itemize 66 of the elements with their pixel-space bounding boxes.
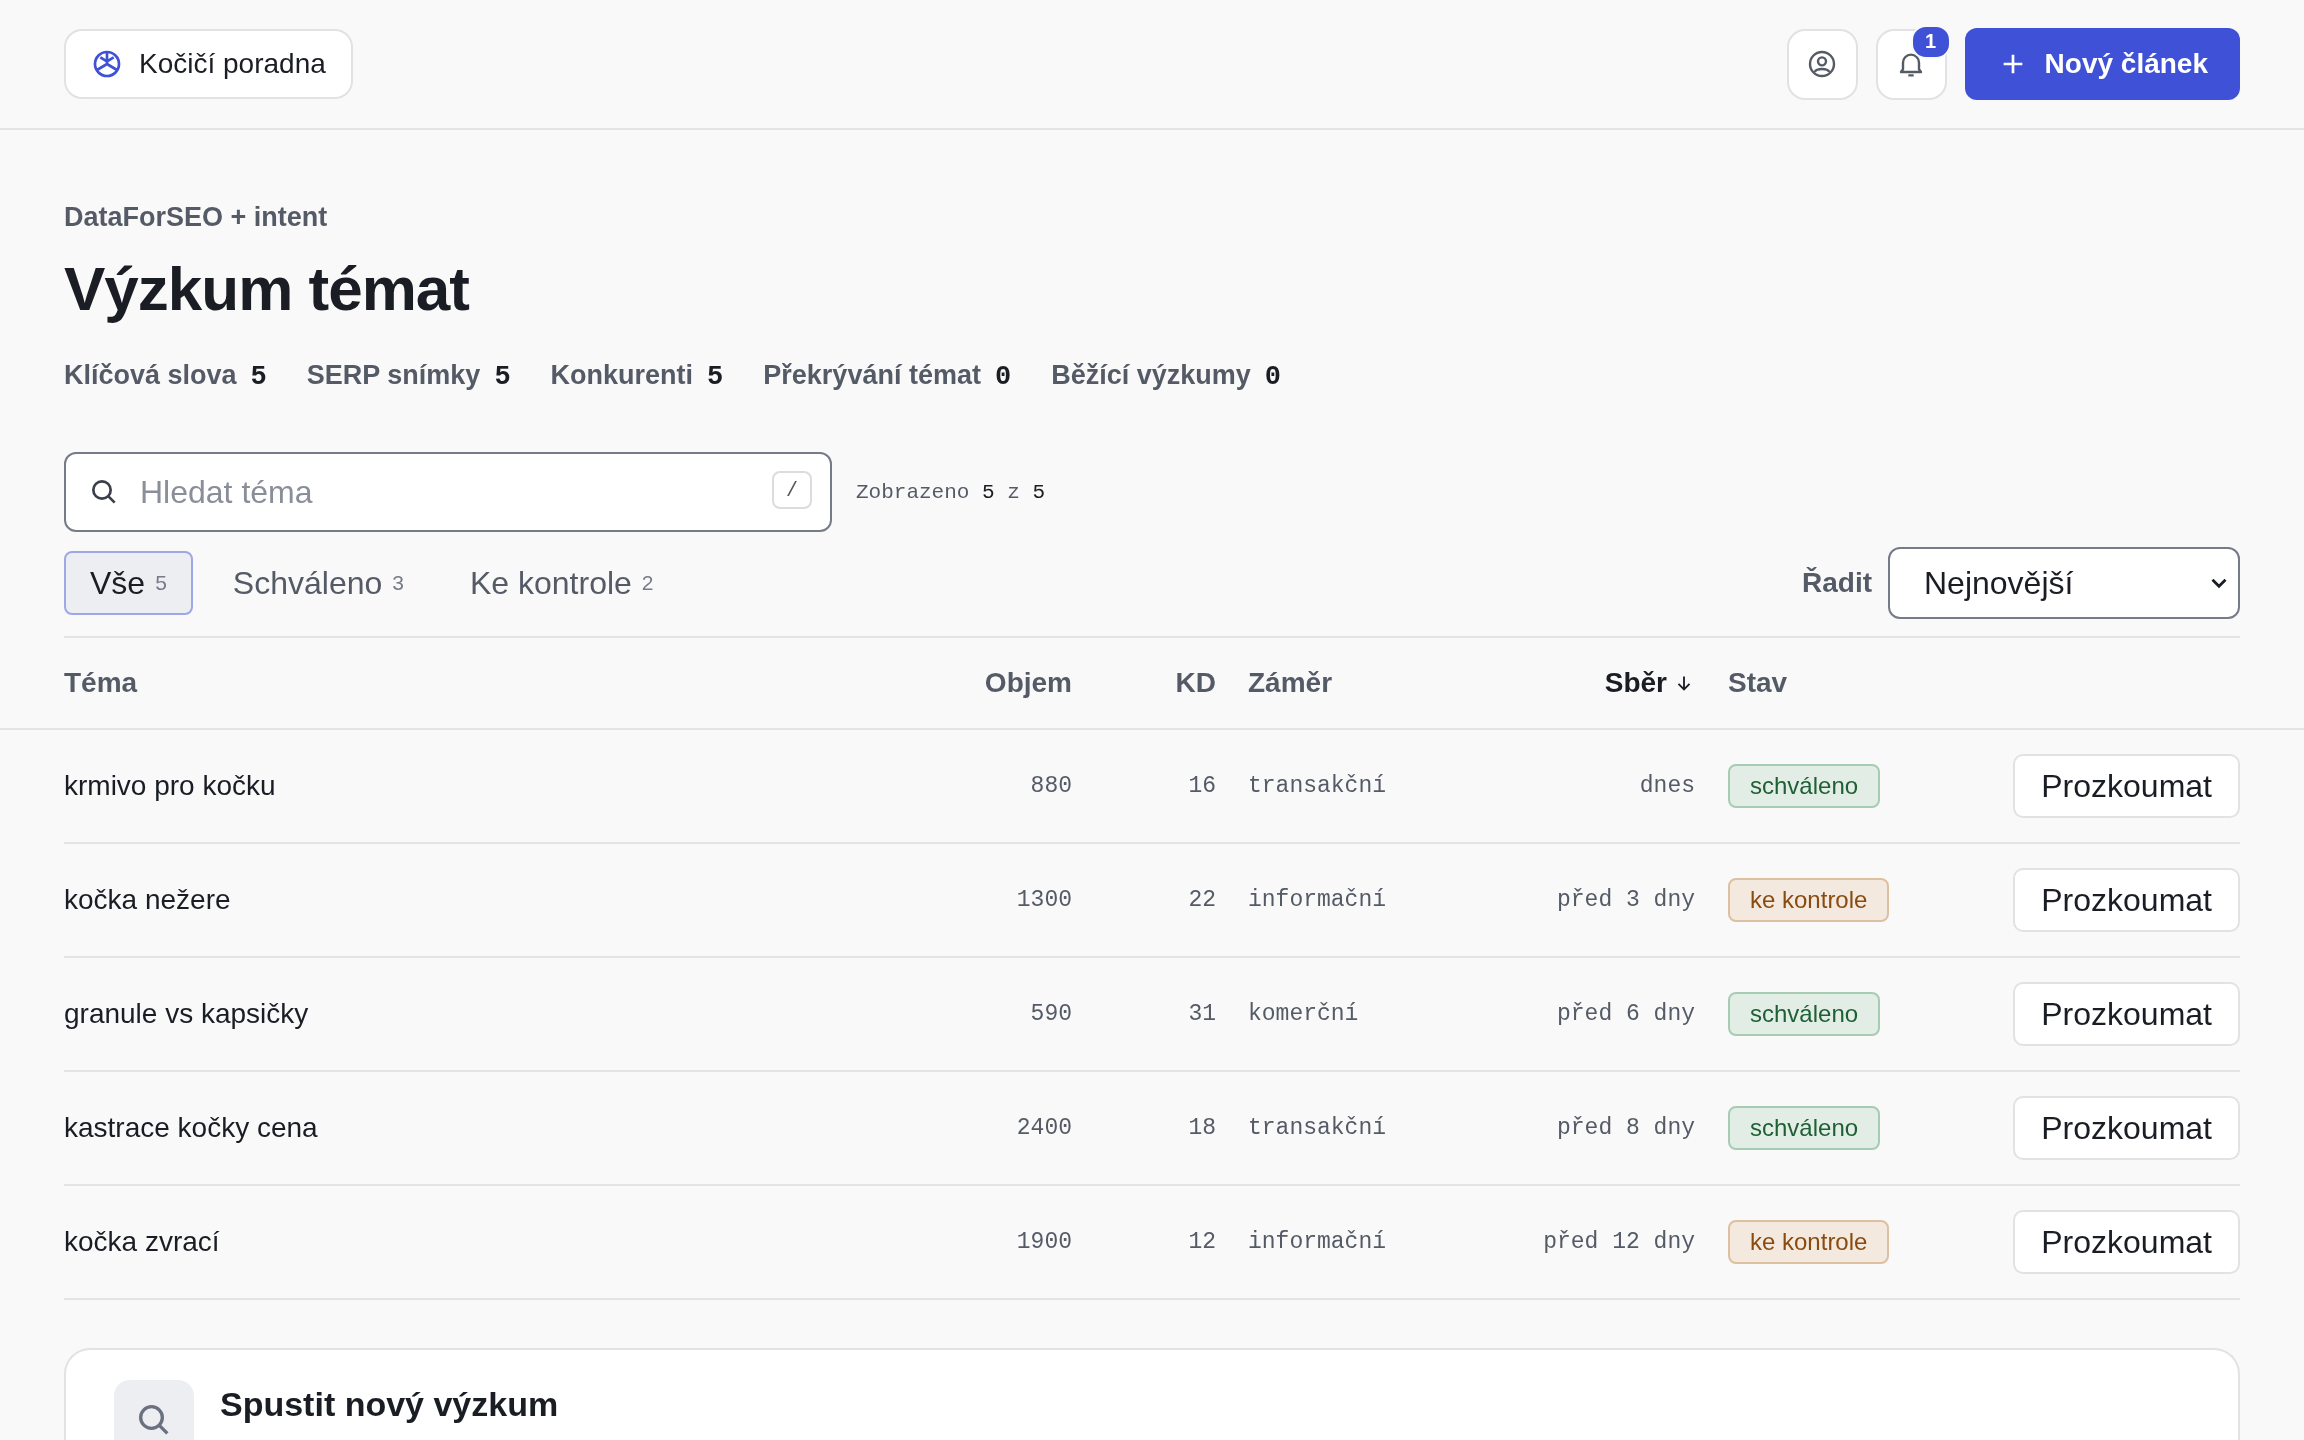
filter-tab[interactable]: Vše 5 — [64, 551, 193, 615]
table-cell-text: 1900 — [1015, 1229, 1072, 1255]
page-title: Výzkum témat — [64, 253, 470, 324]
status-badge: schváleno — [1728, 992, 1881, 1036]
table-cell-text: před 12 dny — [1542, 1229, 1695, 1255]
table-cell-text: kastrace kočky cena — [64, 1112, 319, 1144]
stat-label: SERP snímky — [306, 360, 481, 391]
table-cell-text: 18 — [1187, 1115, 1216, 1141]
stat-label: Běžící výzkumy — [1051, 360, 1251, 391]
table-cell-text: před 6 dny — [1555, 1001, 1695, 1027]
column-header[interactable]: Záměr — [1248, 667, 1333, 699]
table-cell-text: komerční — [1247, 1001, 1360, 1027]
status-badge: ke kontrole — [1728, 1220, 1890, 1264]
explore-button[interactable]: Prozkoumat — [2013, 982, 2240, 1046]
table-cell-text: 880 — [1029, 773, 1072, 799]
table-cell-text: informační — [1247, 1229, 1388, 1255]
stat-label: Konkurenti — [550, 360, 694, 391]
column-header[interactable]: Sběr — [1604, 667, 1695, 699]
results-count: Zobrazeno 5 z 5 — [856, 480, 1046, 504]
sort-select[interactable]: Nejnovější — [1888, 547, 2240, 619]
table-cell-text: kočka zvrací — [64, 1226, 221, 1258]
stat-value: 0 — [994, 362, 1012, 392]
table-cell-text: transakční — [1247, 1115, 1388, 1141]
stat-value: 0 — [1264, 362, 1281, 392]
table-cell-text: 1300 — [1015, 887, 1072, 913]
table-cell-text: 16 — [1187, 773, 1216, 799]
status-badge: schváleno — [1728, 764, 1881, 808]
table-cell-text: kočka nežere — [64, 884, 232, 916]
table-cell-text: informační — [1247, 887, 1388, 913]
status-badge: schváleno — [1728, 1106, 1881, 1150]
explore-button[interactable]: Prozkoumat — [2013, 1210, 2240, 1274]
filter-tab[interactable]: Schváleno 3 — [206, 551, 430, 615]
stat-value: 5 — [250, 362, 267, 392]
stat-value: 5 — [707, 362, 724, 392]
column-header[interactable]: KD — [1175, 667, 1216, 699]
table-cell-text: granule vs kapsičky — [64, 998, 310, 1030]
account-button[interactable] — [1786, 28, 1858, 100]
table-cell-text: 12 — [1187, 1229, 1216, 1255]
column-header[interactable]: Objem — [984, 667, 1072, 699]
sort-label: Řadit — [1802, 567, 1872, 599]
stat-value: 5 — [494, 362, 511, 392]
column-header[interactable]: Stav — [1728, 667, 1788, 699]
card-title: Spustit nový výzkum — [220, 1384, 559, 1424]
logo-icon — [91, 48, 123, 80]
table-cell-text: 22 — [1187, 887, 1216, 913]
table-cell-text: 2400 — [1015, 1115, 1072, 1141]
status-badge: ke kontrole — [1728, 878, 1890, 922]
stat-label: Překrývání témat — [763, 360, 981, 391]
stat-label: Klíčová slova — [64, 360, 237, 391]
table-cell-text: před 8 dny — [1555, 1115, 1695, 1141]
table-cell-text: 590 — [1029, 1001, 1072, 1027]
explore-button[interactable]: Prozkoumat — [2013, 1096, 2240, 1160]
new-article-button[interactable]: Nový článek — [1964, 28, 2240, 100]
table-cell-text: transakční — [1247, 773, 1388, 799]
shortcut-key: / — [772, 471, 812, 509]
explore-button[interactable]: Prozkoumat — [2013, 868, 2240, 932]
table-cell-text: před 3 dny — [1555, 887, 1695, 913]
brand-button[interactable]: Kočičí poradna — [64, 29, 353, 99]
column-header[interactable]: Téma — [64, 667, 138, 699]
explore-button[interactable]: Prozkoumat — [2013, 754, 2240, 818]
table-cell-text: 31 — [1187, 1001, 1216, 1027]
breadcrumb: DataForSEO + intent — [64, 202, 329, 233]
table-cell-text: dnes — [1638, 773, 1695, 799]
notification-count: 1 — [1910, 24, 1951, 59]
table-cell-text: krmivo pro kočku — [64, 770, 277, 802]
filter-tab[interactable]: Ke kontrole 2 — [443, 551, 680, 615]
